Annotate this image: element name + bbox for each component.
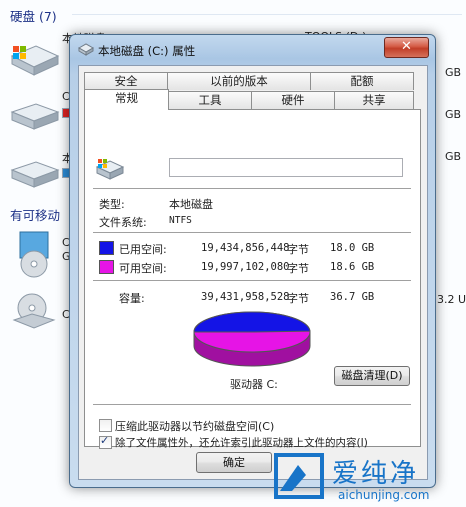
index-checkbox[interactable]: ✓ (99, 434, 112, 449)
tab-previous-versions[interactable]: 以前的版本 (167, 72, 311, 90)
ok-button[interactable]: 确定 (196, 452, 272, 473)
close-button[interactable]: ✕ (384, 37, 429, 58)
tab-quota[interactable]: 配额 (310, 72, 414, 90)
filesystem-label: 文件系统: (99, 216, 147, 229)
hard-drive-icon (10, 161, 60, 188)
brand-logo-icon (274, 453, 324, 499)
capacity-unit: 字节 (287, 292, 309, 305)
used-space-unit: 字节 (287, 243, 309, 256)
free-space-unit: 字节 (287, 262, 309, 275)
used-space-bytes: 19,434,856,448 (201, 242, 290, 254)
drive-letter-label: 驱动器 C: (230, 378, 278, 391)
type-value: 本地磁盘 (169, 198, 213, 211)
used-space-gb: 18.0 GB (330, 242, 375, 254)
group-divider (72, 14, 462, 15)
drive-size-cut-4: 3.2 U (437, 293, 466, 306)
separator (93, 404, 411, 406)
compress-checkbox[interactable] (99, 419, 112, 432)
cd-drive-icon (12, 293, 56, 329)
used-space-swatch (99, 241, 114, 255)
free-space-swatch (99, 260, 114, 274)
tab-security[interactable]: 安全 (84, 72, 168, 90)
hard-drive-icon (10, 103, 60, 130)
dialog-title: 本地磁盘 (C:) 属性 (98, 44, 196, 58)
free-space-bytes: 19,997,102,080 (201, 261, 290, 273)
capacity-bytes: 39,431,958,528 (201, 291, 290, 303)
tab-sharing[interactable]: 共享 (334, 91, 414, 109)
checkmark-icon: ✓ (100, 434, 110, 447)
dvd-drive-icon (19, 231, 49, 278)
drive-properties-dialog: 本地磁盘 (C:) 属性 ✕ 安全 以前的版本 配额 常规 工具 硬件 共享 类… (69, 34, 436, 488)
tab-general[interactable]: 常规 (84, 89, 169, 110)
general-tab-pane: 类型: 本地磁盘 文件系统: NTFS 已用空间: 19,434,856,448… (84, 109, 421, 450)
tab-tools[interactable]: 工具 (168, 91, 252, 109)
compress-label[interactable]: 压缩此驱动器以节约磁盘空间(C) (115, 418, 274, 434)
drive-size-cut-1: GB (445, 66, 462, 79)
drive-name-input[interactable] (169, 158, 403, 177)
separator (93, 188, 411, 190)
separator (93, 280, 411, 282)
watermark-url: aichunjing.com (338, 488, 430, 502)
separator (93, 232, 411, 234)
filesystem-value: NTFS (169, 215, 192, 226)
drive-large-icon (95, 159, 125, 180)
disk-cleanup-button[interactable]: 磁盘清理(D) (334, 366, 410, 386)
pie-slice-used (193, 311, 311, 333)
watermark: 爱纯净 aichunjing.com (268, 447, 466, 507)
type-label: 类型: (99, 198, 125, 211)
group-header-hard-disk[interactable]: 硬盘 (7) (10, 6, 57, 25)
watermark-brand: 爱纯净 (332, 459, 420, 489)
capacity-gb: 36.7 GB (330, 291, 375, 303)
tab-hardware[interactable]: 硬件 (251, 91, 335, 109)
disk-usage-pie-chart (193, 311, 311, 367)
group-header-removable[interactable]: 有可移动 (10, 205, 60, 224)
dialog-titlebar[interactable]: 本地磁盘 (C:) 属性 ✕ (70, 35, 435, 63)
drive-size-cut-2: GB (445, 108, 462, 121)
capacity-label: 容量: (119, 292, 145, 305)
close-icon: ✕ (401, 39, 412, 54)
free-space-gb: 18.6 GB (330, 261, 375, 273)
free-space-label: 可用空间: (119, 262, 167, 275)
dialog-client-area: 安全 以前的版本 配额 常规 工具 硬件 共享 类型: 本地磁盘 文件系统: N… (78, 65, 428, 480)
used-space-label: 已用空间: (119, 243, 167, 256)
hard-drive-icon (10, 45, 60, 76)
index-label[interactable]: 除了文件属性外，还允许索引此驱动器上文件的内容(I) (115, 435, 368, 450)
drive-size-cut-3: GB (445, 150, 462, 163)
drive-title-icon (78, 43, 94, 56)
